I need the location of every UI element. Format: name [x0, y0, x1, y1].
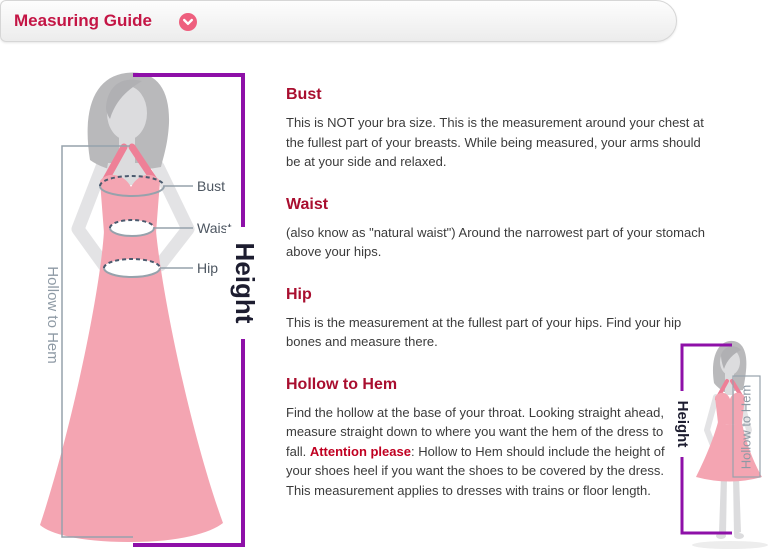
- measuring-diagram-small: Hollow to Hem Height: [660, 335, 778, 553]
- hip-callout-label: Hip: [197, 260, 218, 276]
- section-waist: Waist (also know as "natural waist") Aro…: [286, 196, 718, 262]
- collapse-toggle[interactable]: [179, 13, 197, 31]
- section-hollow-to-hem: Hollow to Hem Find the hollow at the bas…: [286, 376, 718, 501]
- small-figure-leg-right: [733, 475, 741, 535]
- hip-heading: Hip: [286, 286, 718, 304]
- section-hip: Hip This is the measurement at the fulle…: [286, 286, 718, 352]
- chevron-down-icon: [179, 13, 197, 31]
- bust-callout-label: Bust: [197, 178, 225, 194]
- figure-shadow: [692, 541, 768, 549]
- hollow-to-hem-heading: Hollow to Hem: [286, 376, 718, 394]
- small-figure-leg-left: [719, 475, 727, 535]
- hollow-to-hem-description: Find the hollow at the base of your thro…: [286, 403, 676, 501]
- small-hollow-to-hem-label: Hollow to Hem: [738, 385, 753, 470]
- height-label: Height: [230, 243, 260, 324]
- instructions-column: Bust This is NOT your bra size. This is …: [286, 86, 718, 500]
- waist-heading: Waist: [286, 196, 718, 214]
- bust-heading: Bust: [286, 86, 718, 104]
- bust-description: This is NOT your bra size. This is the m…: [286, 113, 718, 172]
- small-height-label: Height: [674, 401, 691, 448]
- hollow-to-hem-label: Hollow to Hem: [44, 266, 61, 364]
- measuring-guide-header[interactable]: Measuring Guide: [0, 0, 677, 42]
- waist-description: (also know as "natural waist") Around th…: [286, 223, 718, 262]
- page-title: Measuring Guide: [14, 11, 152, 31]
- measuring-diagram-large: Bust Waist Hip Hollow to Hem Height: [30, 55, 260, 553]
- hip-description: This is the measurement at the fullest p…: [286, 313, 718, 352]
- attention-label: Attention please: [310, 444, 411, 459]
- section-bust: Bust This is NOT your bra size. This is …: [286, 86, 718, 172]
